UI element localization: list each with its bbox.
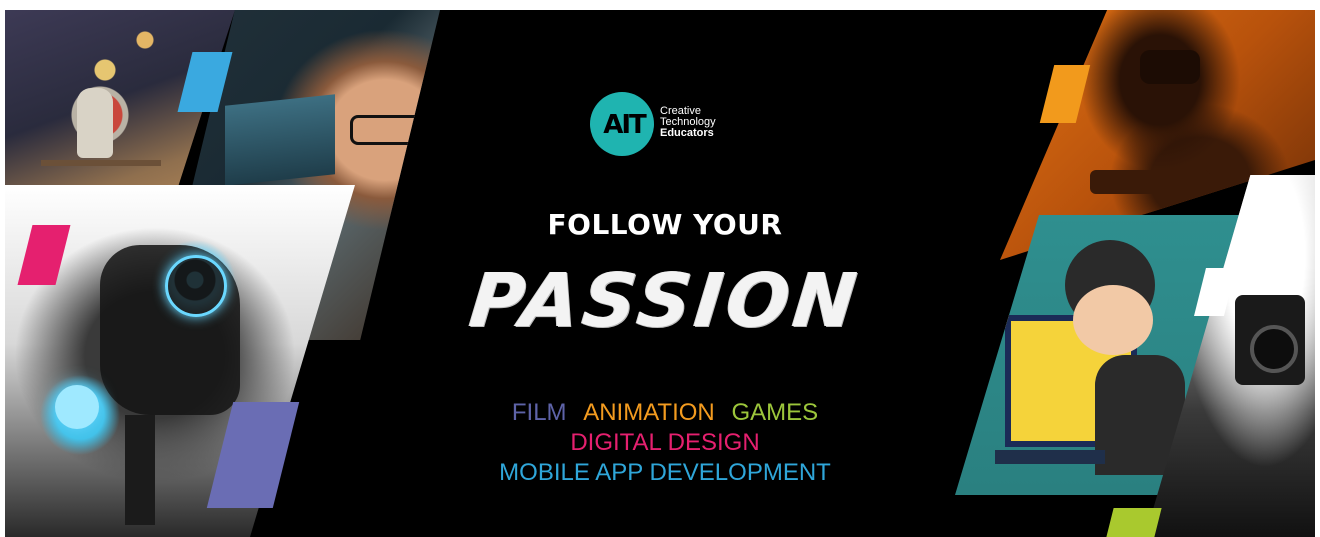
- brand-logo: AIT Creative Technology Educators: [590, 92, 790, 158]
- discipline-digital-design: DIGITAL DESIGN: [570, 429, 760, 456]
- discipline-row-3: MOBILE APP DEVELOPMENT: [435, 458, 895, 488]
- logo-wordmark: Creative Technology Educators: [660, 106, 716, 139]
- headline: FOLLOW YOUR: [547, 208, 783, 241]
- discipline-row-1: FILM ANIMATION GAMES: [435, 398, 895, 428]
- discipline-mobile: MOBILE APP DEVELOPMENT: [499, 459, 831, 486]
- discipline-animation: ANIMATION: [583, 399, 715, 426]
- discipline-games: GAMES: [731, 399, 819, 426]
- discipline-list: FILM ANIMATION GAMES DIGITAL DESIGN MOBI…: [435, 398, 895, 488]
- discipline-row-2: DIGITAL DESIGN: [435, 428, 895, 458]
- accent-lime: [1106, 508, 1162, 537]
- logo-mark-text: AIT: [603, 110, 647, 140]
- discipline-film: FILM: [511, 399, 567, 426]
- hero-banner: AIT Creative Technology Educators FOLLOW…: [5, 10, 1315, 537]
- logo-line-3: Educators: [660, 127, 714, 139]
- headline-emphasis: PASSION: [465, 258, 865, 344]
